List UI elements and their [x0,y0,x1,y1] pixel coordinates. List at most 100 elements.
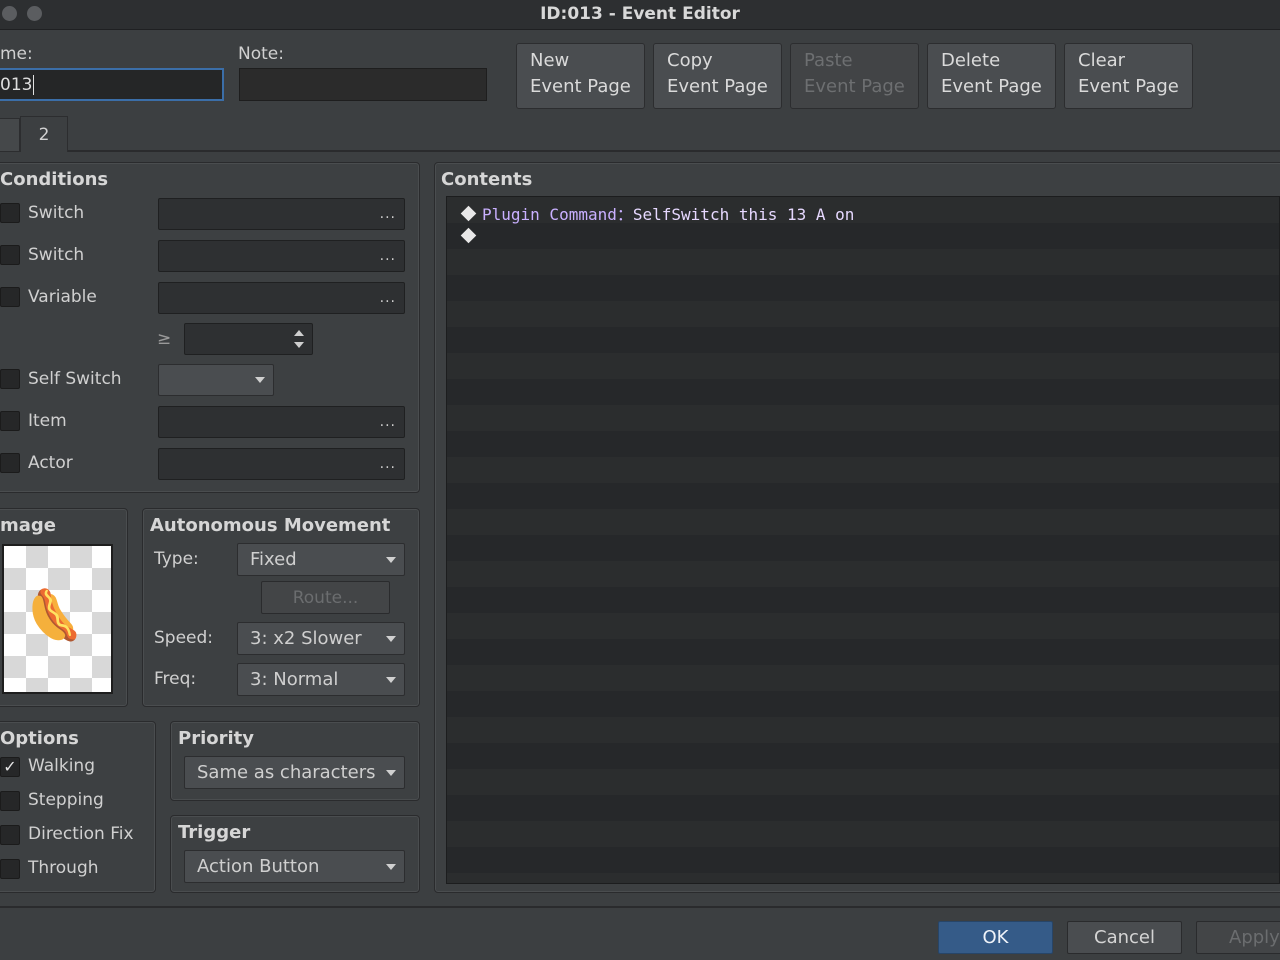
event-image-preview[interactable]: 🌭 [2,544,113,694]
route-button[interactable]: Route... [261,581,390,614]
switch1-field[interactable]: ... [158,198,405,230]
priority-title: Priority [178,728,254,749]
direction-fix-label: Direction Fix [28,824,134,844]
list-stripe [447,561,1279,587]
contents-title: Contents [441,169,533,190]
chevron-down-icon [386,769,396,776]
note-input[interactable] [239,68,487,101]
list-stripe [447,847,1279,873]
actor-checkbox[interactable] [0,453,20,473]
button-line1: Clear [1078,50,1126,71]
hotdog-image: 🌭 [18,580,94,654]
cancel-button[interactable]: Cancel [1067,921,1182,954]
command-separator: ： [616,205,633,224]
delete-event-page-button[interactable]: Delete Event Page [927,43,1056,109]
button-line2: Event Page [941,76,1042,97]
variable-field[interactable]: ... [158,282,405,314]
title-bar: ID:013 - Event Editor [0,0,1280,30]
more-icon: ... [379,248,396,264]
event-command-list[interactable]: Plugin Command：SelfSwitch this 13 A on [446,196,1280,884]
item-field[interactable]: ... [158,406,405,438]
button-line2: Event Page [804,76,905,97]
direction-fix-checkbox[interactable] [0,825,20,845]
button-line1: Delete [941,50,1001,71]
priority-value: Same as characters [197,762,376,783]
list-stripe [447,743,1279,769]
list-stripe [447,665,1279,691]
window-title: ID:013 - Event Editor [540,4,740,24]
name-input-value: 013 [0,74,33,95]
list-stripe [447,587,1279,613]
chevron-down-icon [386,556,396,563]
chevron-down-icon [386,863,396,870]
empty-command-row[interactable] [460,227,482,246]
footer-divider [0,906,1280,908]
button-line1: New [530,50,570,71]
speed-select[interactable]: 3: x2 Slower [237,622,405,655]
item-checkbox[interactable] [0,411,20,431]
priority-select[interactable]: Same as characters [184,756,405,789]
list-stripe [447,275,1279,301]
diamond-icon [460,205,477,222]
list-stripe [447,431,1279,457]
stepping-checkbox[interactable] [0,791,20,811]
command-row[interactable]: Plugin Command：SelfSwitch this 13 A on [460,201,855,225]
type-label: Type: [154,549,199,569]
switch1-checkbox[interactable] [0,203,20,223]
list-stripe [447,353,1279,379]
switch1-label: Switch [28,203,85,223]
list-stripe [447,873,1279,883]
freq-select[interactable]: 3: Normal [237,663,405,696]
trigger-select[interactable]: Action Button [184,850,405,883]
more-icon: ... [379,414,396,430]
paste-event-page-button[interactable]: Paste Event Page [790,43,919,109]
clear-event-page-button[interactable]: Clear Event Page [1064,43,1193,109]
spin-up-icon[interactable] [294,330,304,336]
through-checkbox[interactable] [0,859,20,879]
self-switch-label: Self Switch [28,369,122,389]
image-title: mage [0,515,56,536]
tab-page-2[interactable]: 2 [20,116,68,152]
self-switch-checkbox[interactable] [0,369,20,389]
autonomous-movement-title: Autonomous Movement [150,515,391,536]
list-stripe [447,249,1279,275]
switch2-field[interactable]: ... [158,240,405,272]
tab-page-1[interactable] [0,118,20,152]
list-stripe [447,509,1279,535]
button-line1: Paste [804,50,853,71]
variable-checkbox[interactable] [0,287,20,307]
ok-button[interactable]: OK [938,921,1053,954]
list-stripe [447,821,1279,847]
variable-value-spinner[interactable] [184,323,313,355]
list-stripe [447,379,1279,405]
actor-label: Actor [28,453,73,473]
new-event-page-button[interactable]: New Event Page [516,43,645,109]
item-label: Item [28,411,67,431]
actor-field[interactable]: ... [158,448,405,480]
list-stripe [447,327,1279,353]
list-stripe [447,691,1279,717]
list-stripe [447,639,1279,665]
movement-type-value: Fixed [250,549,297,570]
spin-down-icon[interactable] [294,342,304,348]
name-input[interactable]: 013 [0,68,224,101]
switch2-checkbox[interactable] [0,245,20,265]
button-line2: Event Page [1078,76,1179,97]
text-cursor [33,74,35,95]
freq-label: Freq: [154,669,197,689]
copy-event-page-button[interactable]: Copy Event Page [653,43,782,109]
movement-type-select[interactable]: Fixed [237,543,405,576]
list-stripe [447,223,1279,249]
speed-label: Speed: [154,628,214,648]
note-label: Note: [238,44,284,64]
command-args: SelfSwitch this 13 A on [632,205,855,224]
speed-value: 3: x2 Slower [250,628,362,649]
trigger-title: Trigger [178,822,251,843]
apply-button[interactable]: Apply [1196,921,1280,954]
list-stripe [447,769,1279,795]
chevron-down-icon [386,635,396,642]
list-stripe [447,301,1279,327]
switch2-label: Switch [28,245,85,265]
self-switch-select[interactable] [158,364,274,396]
walking-checkbox[interactable]: ✓ [0,757,20,777]
